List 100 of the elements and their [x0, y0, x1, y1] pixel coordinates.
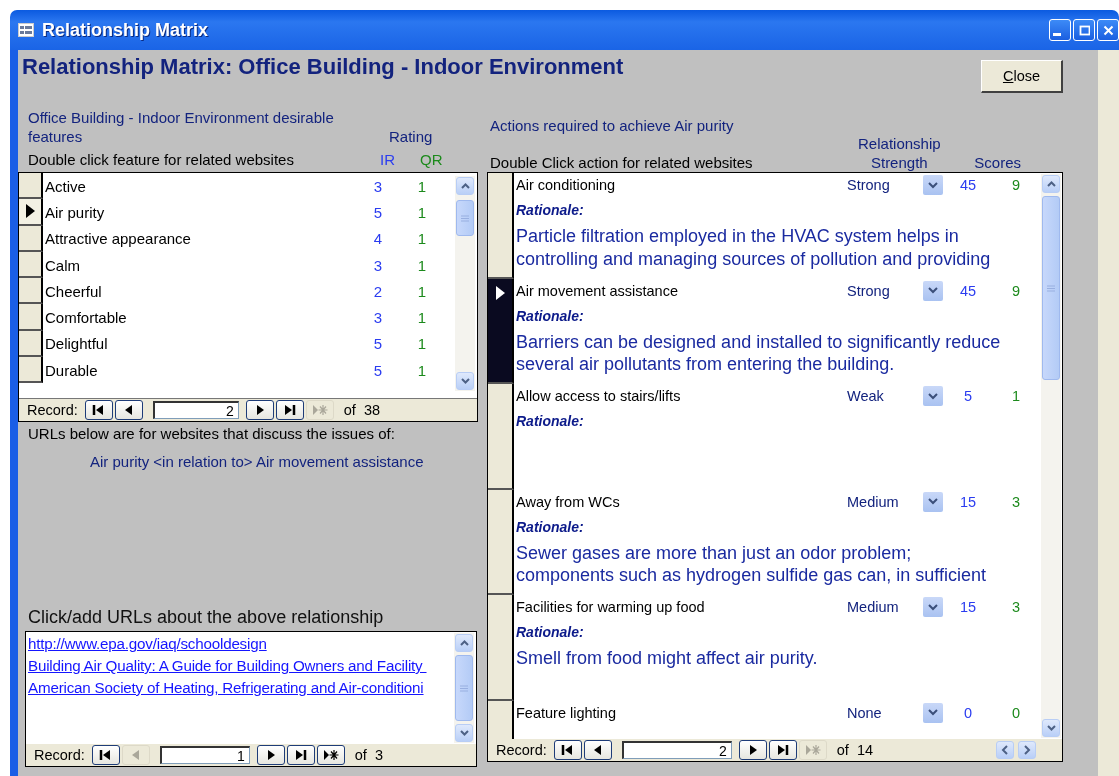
feature-name[interactable]: Active — [43, 177, 363, 195]
qr-rating: 1 — [416, 203, 428, 221]
website-link[interactable]: http://www.epa.gov/iaq/schooldesign — [28, 633, 452, 655]
triangle-asterisk-icon — [804, 743, 821, 757]
action-name[interactable]: Facilities for warming up food — [516, 599, 847, 615]
record-selector[interactable] — [488, 384, 514, 490]
scroll-down-button[interactable] — [455, 724, 473, 742]
qr-rating: 1 — [416, 177, 428, 195]
record-selector[interactable] — [19, 225, 43, 252]
first-record-button[interactable] — [84, 400, 113, 420]
form-icon — [18, 23, 34, 37]
dropdown-button[interactable] — [923, 702, 943, 723]
record-selector[interactable] — [19, 304, 43, 331]
record-selector[interactable] — [488, 173, 514, 279]
close-icon — [1102, 24, 1114, 36]
scroll-right-button[interactable] — [1018, 741, 1036, 759]
feature-name[interactable]: Cheerful — [43, 282, 363, 300]
scroll-left-button[interactable] — [996, 741, 1014, 759]
scroll-thumb[interactable] — [455, 655, 473, 721]
feature-name[interactable]: Calm — [43, 256, 363, 274]
dropdown-button[interactable] — [923, 280, 943, 301]
first-record-button[interactable] — [91, 745, 120, 765]
last-record-button[interactable] — [768, 740, 797, 760]
last-record-button[interactable] — [275, 400, 304, 420]
strength-value: Strong — [847, 177, 891, 193]
current-record-selector[interactable] — [19, 199, 43, 226]
strength-value: Strong — [847, 282, 891, 299]
qr-score: 9 — [1010, 177, 1022, 193]
next-record-button[interactable] — [245, 400, 274, 420]
chevron-down-icon — [928, 181, 938, 189]
feature-name[interactable]: Comfortable — [43, 309, 363, 327]
close-button[interactable]: Close — [981, 60, 1063, 93]
record-selector[interactable] — [19, 173, 43, 200]
scrollbar-track[interactable] — [454, 633, 474, 743]
action-name[interactable]: Air movement assistance — [516, 282, 847, 299]
action-name[interactable]: Air conditioning — [516, 177, 847, 193]
dropdown-button[interactable] — [923, 597, 943, 617]
next-record-button[interactable] — [738, 740, 767, 760]
website-link[interactable]: Building Air Quality: A Guide for Building Owners and Facility — [28, 655, 452, 677]
record-selector[interactable] — [488, 489, 514, 595]
record-selector[interactable] — [19, 278, 43, 305]
scroll-down-button[interactable] — [456, 372, 474, 390]
action-name[interactable]: Away from WCs — [516, 493, 847, 510]
close-window-button[interactable] — [1097, 19, 1119, 41]
record-label: Record: — [34, 747, 85, 763]
new-record-button[interactable] — [316, 745, 345, 765]
last-record-button[interactable] — [286, 745, 315, 765]
feature-name[interactable]: Attractive appearance — [43, 230, 363, 248]
chevron-down-icon — [460, 378, 470, 384]
chevron-up-icon — [460, 183, 470, 189]
scrollbar-track[interactable] — [1041, 174, 1061, 738]
maximize-button[interactable] — [1073, 19, 1095, 41]
feature-name[interactable]: Delightful — [43, 335, 363, 353]
website-link[interactable]: American Society of Heating, Refrigerating and Air-conditioni — [28, 677, 452, 699]
action-name[interactable]: Allow access to stairs/lifts — [516, 388, 847, 404]
ir-rating: 5 — [372, 335, 384, 353]
current-record-selector[interactable] — [488, 278, 514, 384]
qr-score: 3 — [1010, 493, 1022, 510]
record-selector[interactable] — [19, 251, 43, 279]
add-urls-label: Click/add URLs about the above relationship — [27, 607, 385, 629]
scroll-thumb[interactable] — [456, 200, 474, 236]
record-number-field[interactable]: 2 — [152, 401, 239, 419]
skip-to-start-icon — [92, 403, 106, 417]
dropdown-button[interactable] — [923, 386, 943, 406]
skip-to-end-icon — [776, 743, 790, 757]
scores-header: Scores — [974, 154, 1021, 171]
chevron-down-icon — [928, 392, 938, 400]
rationale-text: Sewer gases are more than just an odor problem; components such as hydrogen sulfide gas can, in sufficient — [516, 541, 987, 587]
grip-icon — [461, 214, 469, 222]
scrollbar-track[interactable] — [455, 176, 475, 391]
scroll-thumb[interactable] — [1042, 196, 1060, 380]
qr-score: 9 — [1010, 282, 1022, 299]
record-selector[interactable] — [19, 330, 43, 358]
feature-name[interactable]: Air purity — [43, 203, 363, 221]
feature-name[interactable]: Durable — [43, 361, 363, 379]
rationale-label: Rationale: — [516, 201, 584, 220]
record-number-field[interactable]: 1 — [159, 746, 250, 764]
record-selector[interactable] — [488, 595, 514, 701]
first-record-button[interactable] — [553, 740, 582, 760]
scroll-up-button[interactable] — [456, 177, 474, 195]
action-name[interactable]: Feature lighting — [516, 704, 847, 721]
minimize-button[interactable] — [1049, 19, 1071, 41]
grip-icon — [1047, 284, 1055, 292]
previous-record-button[interactable] — [583, 740, 612, 760]
scroll-up-button[interactable] — [455, 634, 473, 652]
scroll-down-button[interactable] — [1042, 719, 1060, 737]
chevron-up-icon — [459, 640, 469, 646]
urls-intro-text: URLs below are for websites that discuss the issues of: — [27, 425, 396, 444]
minimize-icon — [1053, 32, 1061, 36]
next-record-button[interactable] — [256, 745, 285, 765]
previous-record-button[interactable] — [114, 400, 143, 420]
record-number-field[interactable]: 2 — [621, 741, 732, 759]
chevron-up-icon — [1046, 181, 1056, 187]
ir-rating: 3 — [372, 309, 384, 327]
scroll-up-button[interactable] — [1042, 175, 1060, 193]
dropdown-button[interactable] — [923, 175, 943, 195]
chevron-down-icon — [928, 603, 938, 611]
dropdown-button[interactable] — [923, 491, 943, 512]
strength-value: None — [847, 704, 883, 721]
record-selector[interactable] — [19, 357, 43, 384]
